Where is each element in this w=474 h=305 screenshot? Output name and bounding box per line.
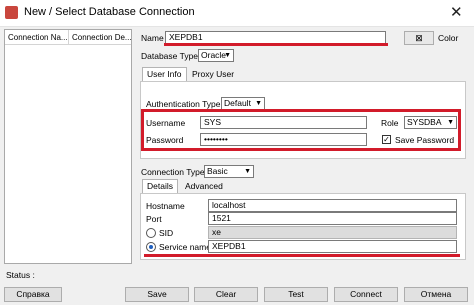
database-type-label: Database Type [141, 51, 199, 61]
connection-type-select[interactable]: Basic ▼ [204, 165, 254, 178]
connection-type-value: Basic [207, 166, 228, 176]
credentials-highlight [141, 109, 461, 151]
authentication-type-value: Default [224, 98, 251, 108]
service-name-radio[interactable] [146, 242, 156, 252]
hostname-label: Hostname [146, 201, 185, 211]
list-header: Connection Na... Connection De... [5, 30, 131, 45]
hostname-input[interactable]: localhost [208, 199, 457, 212]
column-connection-name[interactable]: Connection Na... [5, 30, 68, 45]
connection-type-label: Connection Type [141, 167, 205, 177]
tab-proxy-user[interactable]: Proxy User [188, 68, 238, 82]
connection-list[interactable]: Connection Na... Connection De... [4, 29, 132, 264]
service-name-label: Service name [159, 242, 211, 252]
chevron-down-icon: ▼ [255, 100, 262, 107]
service-name-input[interactable]: XEPDB1 [208, 240, 457, 253]
color-picker-button[interactable]: ⊠ [404, 31, 434, 45]
sid-label: SID [159, 228, 174, 238]
service-name-highlight [144, 254, 460, 257]
save-button[interactable]: Save [125, 287, 189, 302]
sid-input[interactable]: xe [208, 226, 457, 239]
color-x-icon: ⊠ [415, 33, 423, 43]
authentication-type-label: Authentication Type [146, 99, 221, 109]
close-icon[interactable]: ✕ [450, 3, 463, 23]
database-type-select[interactable]: Oracle ▼ [198, 49, 234, 62]
chevron-down-icon: ▼ [244, 168, 251, 175]
tab-user-info[interactable]: User Info [142, 67, 187, 81]
database-type-value: Oracle [201, 50, 227, 60]
title-bar: New / Select Database Connection ✕ [0, 0, 474, 27]
column-connection-details[interactable]: Connection De... [68, 30, 131, 45]
tab-advanced[interactable]: Advanced [181, 180, 227, 194]
window-title: New / Select Database Connection [24, 6, 195, 18]
name-highlight [164, 43, 388, 46]
clear-button[interactable]: Clear [194, 287, 258, 302]
name-label: Name [141, 33, 164, 43]
cancel-button[interactable]: Отмена [404, 287, 468, 302]
tab-details[interactable]: Details [142, 179, 178, 193]
test-button[interactable]: Test [264, 287, 328, 302]
port-label: Port [146, 214, 162, 224]
color-label: Color [438, 33, 459, 43]
sid-radio[interactable] [146, 228, 156, 238]
app-icon [5, 6, 18, 19]
chevron-down-icon: ▼ [224, 52, 231, 59]
port-input[interactable]: 1521 [208, 212, 457, 225]
dialog-window: New / Select Database Connection ✕ Conne… [0, 0, 474, 305]
help-button[interactable]: Справка [4, 287, 62, 302]
connect-button[interactable]: Connect [334, 287, 398, 302]
status-label: Status : [6, 270, 35, 280]
